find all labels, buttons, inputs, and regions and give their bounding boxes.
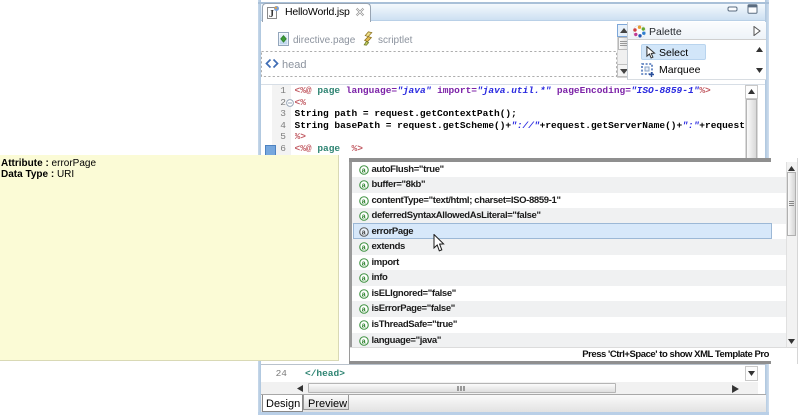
svg-text:a: a [361,307,365,314]
svg-text:a: a [361,323,365,330]
svg-text:a: a [361,291,365,298]
svg-text:a: a [361,338,365,345]
svg-text:a: a [361,198,365,205]
svg-text:a: a [361,229,365,236]
svg-text:a: a [361,245,365,252]
svg-text:a: a [361,214,365,221]
svg-text:a: a [361,276,365,283]
svg-text:a: a [361,260,365,267]
svg-text:a: a [361,183,365,190]
svg-text:J: J [269,9,274,19]
svg-text:a: a [361,167,365,174]
